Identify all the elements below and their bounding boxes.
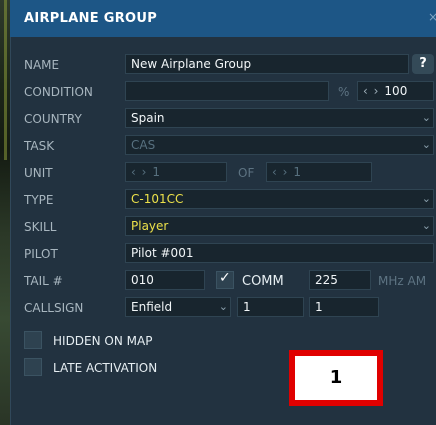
unit-value: 1 — [152, 165, 161, 179]
annotation-callout: 1 — [289, 350, 383, 406]
unit-total-spinner[interactable]: ‹ › 1 — [266, 162, 372, 182]
panel-title: AIRPLANE GROUP — [24, 11, 158, 26]
spinner-arrows-icon[interactable]: ‹ › — [272, 165, 288, 179]
callsign-label: CALLSIGN — [24, 301, 84, 315]
pilot-label: PILOT — [24, 247, 58, 261]
hidden-on-map-checkbox[interactable] — [24, 331, 42, 349]
task-select[interactable]: CAS ⌄ — [125, 135, 434, 155]
condition-value: 100 — [384, 84, 408, 98]
type-value: C-101CC — [131, 192, 184, 206]
country-value: Spain — [131, 111, 165, 125]
tail-label: TAIL # — [24, 274, 63, 288]
condition-value-spinner[interactable]: ‹ › 100 — [357, 81, 434, 101]
unit-label: UNIT — [24, 166, 53, 180]
chevron-down-icon: ⌄ — [218, 300, 228, 313]
close-icon[interactable]: × — [428, 10, 436, 24]
type-select[interactable]: C-101CC ⌄ — [125, 189, 434, 209]
chevron-down-icon: ⌄ — [421, 219, 431, 232]
unit-total: 1 — [293, 165, 302, 179]
skill-select[interactable]: Player ⌄ — [125, 216, 434, 236]
callsign-number-2-input[interactable]: 1 — [309, 297, 379, 317]
task-label: TASK — [24, 139, 55, 153]
unit-spinner[interactable]: ‹ › 1 — [125, 162, 227, 182]
condition-percent-unit: % — [338, 85, 350, 99]
unit-of-label: OF — [238, 166, 255, 180]
help-icon[interactable]: ? — [412, 54, 434, 74]
hidden-on-map-label: HIDDEN ON MAP — [53, 334, 153, 348]
name-label: NAME — [24, 58, 60, 72]
country-label: COUNTRY — [24, 112, 82, 126]
chevron-down-icon: ⌄ — [421, 192, 431, 205]
task-value: CAS — [131, 138, 156, 152]
late-activation-checkbox[interactable] — [24, 358, 42, 376]
chevron-down-icon: ⌄ — [421, 111, 431, 124]
airplane-group-panel: AIRPLANE GROUP × NAME New Airplane Group… — [10, 0, 436, 425]
callsign-value: Enfield — [131, 300, 173, 314]
annotation-number: 1 — [295, 356, 377, 400]
condition-input[interactable] — [125, 81, 329, 101]
comm-checkbox[interactable] — [216, 270, 234, 289]
name-input[interactable]: New Airplane Group — [125, 54, 409, 74]
spinner-arrows-icon[interactable]: ‹ › — [363, 84, 379, 98]
country-select[interactable]: Spain ⌄ — [125, 108, 434, 128]
map-road-strip — [4, 0, 7, 160]
tail-number-input[interactable]: 010 — [125, 270, 205, 290]
comm-frequency-input[interactable]: 225 — [309, 270, 371, 290]
pilot-input[interactable]: Pilot #001 — [125, 243, 434, 263]
skill-label: SKILL — [24, 220, 57, 234]
skill-value: Player — [131, 219, 169, 233]
late-activation-label: LATE ACTIVATION — [53, 361, 158, 375]
comm-label: COMM — [242, 274, 284, 289]
chevron-down-icon: ⌄ — [421, 138, 431, 151]
callsign-number-1-input[interactable]: 1 — [237, 297, 304, 317]
callsign-select[interactable]: Enfield ⌄ — [125, 297, 231, 317]
map-background-edge — [0, 0, 10, 425]
spinner-arrows-icon[interactable]: ‹ › — [131, 165, 147, 179]
title-bar: AIRPLANE GROUP × — [10, 0, 436, 37]
frequency-unit-label: MHz AM — [378, 274, 427, 288]
condition-label: CONDITION — [24, 85, 93, 99]
type-label: TYPE — [24, 193, 54, 207]
